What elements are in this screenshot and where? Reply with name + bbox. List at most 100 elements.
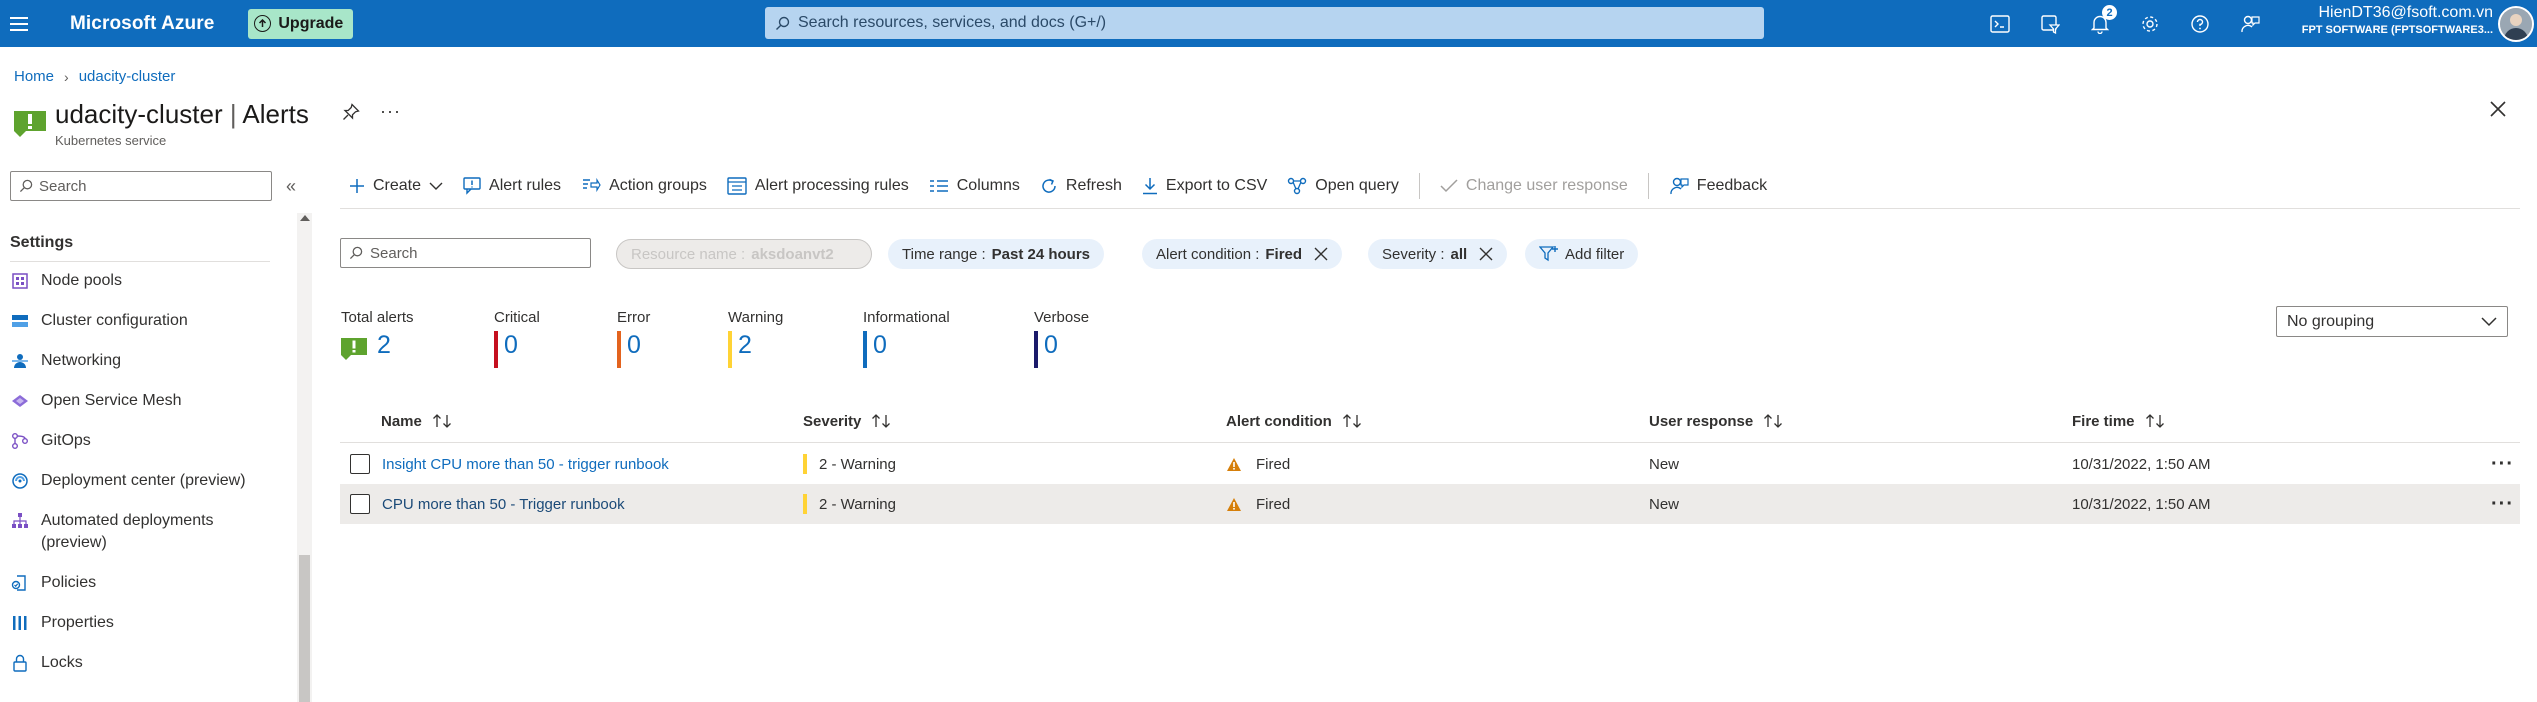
columns-button[interactable]: Columns [929,177,1020,195]
sidebar-item-cluster-configuration[interactable]: Cluster configuration [10,310,188,332]
checkbox[interactable] [350,454,370,474]
summary-error[interactable]: Error 0 [617,309,650,368]
summary-critical-label: Critical [494,309,540,326]
summary-warning[interactable]: Warning 2 [728,309,783,368]
page-title: udacity-cluster | Alerts [55,99,309,130]
action-groups-button[interactable]: Action groups [581,177,707,195]
scroll-up-arrow-icon[interactable] [300,215,310,221]
help-button[interactable] [2175,0,2225,47]
account-tenant: FPT SOFTWARE (FPTSOFTWARE3... [2301,24,2493,36]
checkmark-icon [1440,179,1458,193]
more-actions-button[interactable]: ··· [380,101,401,122]
avatar[interactable] [2498,6,2534,42]
summary-verbose[interactable]: Verbose 0 [1034,309,1089,368]
alert-condition-filter[interactable]: Alert condition : Fired [1142,239,1343,269]
account-menu[interactable]: HienDT36@fsoft.com.vn FPT SOFTWARE (FPTS… [2302,5,2493,36]
directory-filter-button[interactable] [2025,0,2075,47]
sidebar-item-deployment-center[interactable]: Deployment center (preview) [10,470,246,492]
alert-name-link[interactable]: CPU more than 50 - Trigger runbook [382,496,625,513]
alert-processing-rules-button[interactable]: Alert processing rules [727,177,909,195]
sidebar-item-open-service-mesh[interactable]: Open Service Mesh [10,390,182,412]
feedback-toolbar-button[interactable]: Feedback [1669,176,1767,196]
cloud-shell-button[interactable] [1975,0,2025,47]
grouping-value: No grouping [2287,312,2375,330]
columns-icon [929,180,948,192]
sidebar-item-node-pools[interactable]: Node pools [10,270,122,292]
alert-rules-button[interactable]: Alert rules [463,177,561,195]
refresh-button[interactable]: Refresh [1040,177,1122,195]
column-header-alert-condition[interactable]: Alert condition [1226,408,1362,434]
sidebar-search-input[interactable]: Search [10,171,272,201]
hamburger-icon [10,16,28,31]
pin-button[interactable] [342,103,360,121]
summary-error-value: 0 [627,331,641,359]
summary-critical-value: 0 [504,331,518,359]
severity-cell: 2 - Warning [803,444,896,484]
sidebar-item-label: Cluster configuration [41,312,188,329]
sidebar-item-label-line1: Automated deployments [41,512,214,529]
checkbox[interactable] [350,494,370,514]
change-user-response-button[interactable]: Change user response [1440,177,1628,195]
alerts-search-input[interactable]: Search [340,238,591,268]
upgrade-label: Upgrade [278,14,344,32]
close-button[interactable] [2489,100,2507,118]
action-groups-label: Action groups [609,177,707,194]
gitops-icon [10,430,30,452]
brand-title[interactable]: Microsoft Azure [70,13,214,35]
row-more-button[interactable]: ··· [2491,484,2514,524]
close-icon[interactable] [1479,247,1493,261]
notifications-button[interactable]: 2 [2075,0,2125,47]
row-checkbox[interactable] [350,444,370,484]
column-header-label: Alert condition [1226,412,1332,430]
chevron-down-icon [429,182,443,190]
directory-filter-icon [2041,14,2060,34]
upgrade-button[interactable]: Upgrade [248,8,354,39]
command-bar: Create Alert rules Action groups Alert p… [349,172,1787,200]
row-checkbox[interactable] [350,484,370,524]
breadcrumb-resource[interactable]: udacity-cluster [79,68,176,85]
add-filter-label: Add filter [1565,245,1625,263]
column-header-label: Name [381,412,422,430]
sort-icon [432,414,451,428]
column-header-fire-time[interactable]: Fire time [2072,408,2165,434]
sidebar-scrollbar-thumb[interactable] [299,555,310,702]
close-icon[interactable] [1314,247,1328,261]
column-header-name[interactable]: Name [381,408,452,434]
global-search-input[interactable]: Search resources, services, and docs (G+… [765,7,1764,39]
columns-label: Columns [956,177,1020,194]
refresh-label: Refresh [1065,177,1122,194]
create-button[interactable]: Create [349,177,443,195]
table-row[interactable]: CPU more than 50 - Trigger runbook 2 - W… [340,484,2520,524]
feedback-button[interactable] [2225,0,2275,47]
warning-severity-bar [803,494,807,514]
settings-button[interactable] [2125,0,2175,47]
open-query-button[interactable]: Open query [1287,177,1399,195]
summary-informational[interactable]: Informational 0 [863,309,950,368]
sidebar-item-automated-deployments[interactable]: Automated deployments (preview) [10,510,214,554]
column-header-severity[interactable]: Severity [803,408,891,434]
alert-name-link[interactable]: Insight CPU more than 50 - trigger runbo… [382,456,669,473]
sidebar-item-policies[interactable]: Policies [10,572,96,594]
add-filter-button[interactable]: Add filter [1525,239,1639,269]
time-range-filter[interactable]: Time range : Past 24 hours [888,239,1105,269]
export-csv-button[interactable]: Export to CSV [1142,177,1267,195]
sidebar-item-label: Networking [41,352,122,369]
summary-total[interactable]: Total alerts 2 [341,309,414,360]
sidebar-item-gitops[interactable]: GitOps [10,430,91,452]
sidebar-item-networking[interactable]: Networking [10,350,121,372]
pin-icon [343,103,360,120]
sidebar-item-properties[interactable]: Properties [10,612,114,634]
grouping-dropdown[interactable]: No grouping [2276,306,2508,337]
collapse-sidebar-button[interactable]: « [286,176,296,197]
chevron-down-icon [2481,316,2497,326]
breadcrumb-home[interactable]: Home [14,68,54,85]
column-header-user-response[interactable]: User response [1649,408,1783,434]
alerts-search-placeholder: Search [370,244,418,262]
table-row[interactable]: Insight CPU more than 50 - trigger runbo… [340,444,2520,484]
row-more-button[interactable]: ··· [2491,444,2514,484]
sidebar-item-locks[interactable]: Locks [10,652,83,674]
column-header-label: Fire time [2072,412,2135,430]
summary-critical[interactable]: Critical 0 [494,309,540,368]
portal-menu-button[interactable] [2,0,36,47]
severity-filter[interactable]: Severity : all [1368,239,1508,269]
